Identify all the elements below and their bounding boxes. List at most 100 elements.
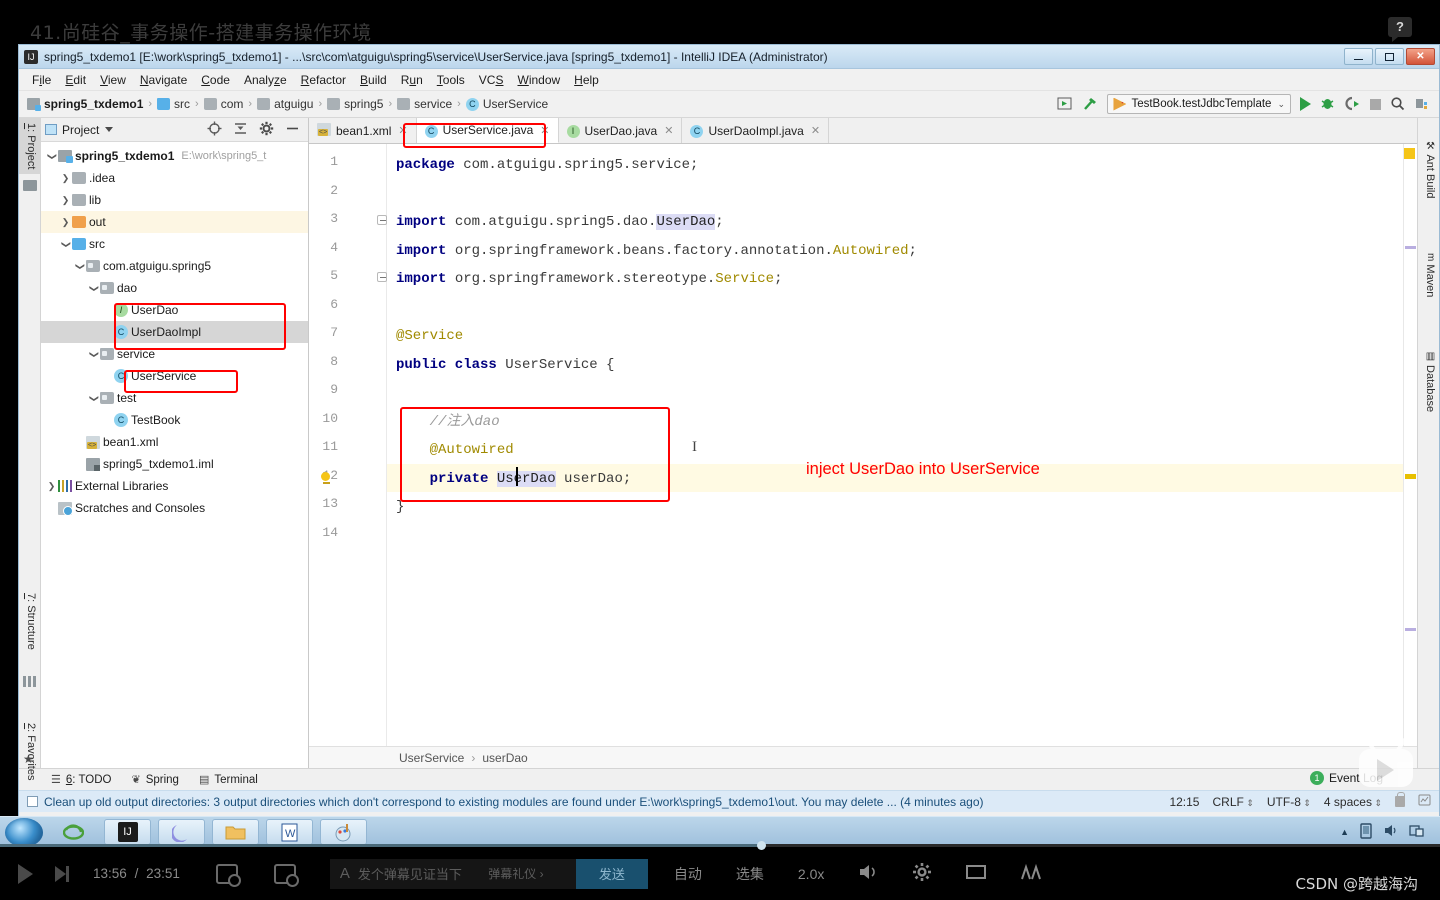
code-fold-icon[interactable] (377, 272, 387, 282)
taskbar-word-icon[interactable]: W (266, 819, 313, 845)
play-button[interactable] (18, 863, 33, 884)
tray-volume-icon[interactable] (1383, 823, 1399, 841)
taskbar-paint-icon[interactable] (320, 819, 367, 845)
danmaku-toggle-icon[interactable] (215, 863, 241, 887)
volume-icon[interactable] (858, 863, 878, 884)
tool-tab-project[interactable]: 1: Project (19, 118, 41, 175)
taskbar-explorer-icon[interactable] (212, 819, 259, 845)
tree-item-src[interactable]: src (41, 233, 308, 255)
lock-icon[interactable] (1395, 792, 1405, 807)
menu-item-run[interactable]: Run (394, 71, 430, 89)
tree-item-scratchesandconsoles[interactable]: Scratches and Consoles (41, 497, 308, 519)
editor-breadcrumb[interactable]: UserService › userDao (309, 746, 1417, 768)
menu-item-view[interactable]: View (93, 71, 133, 89)
playback-speed-button[interactable]: 2.0x (798, 866, 824, 882)
episodes-button[interactable]: 选集 (736, 864, 764, 884)
settings-gear-icon[interactable] (912, 862, 932, 885)
breadcrumb-item-spring5_txdemo1[interactable]: spring5_txdemo1 (27, 97, 143, 111)
menu-item-build[interactable]: Build (353, 71, 394, 89)
tree-item-service[interactable]: service (41, 343, 308, 365)
editor-tab-userdaojava[interactable]: I UserDao.java ✕ (558, 118, 683, 143)
breadcrumb-item-atguigu[interactable]: atguigu (257, 97, 313, 111)
chevron-down-icon[interactable] (105, 127, 114, 132)
line-separator[interactable]: CRLF ⇕ (1212, 795, 1253, 809)
video-progress-bar[interactable] (0, 841, 1440, 850)
menu-item-refactor[interactable]: Refactor (294, 71, 353, 89)
danmaku-settings-icon[interactable] (273, 863, 299, 887)
danmaku-input[interactable]: A 发个弹幕见证当下 弹幕礼仪 › 发送 (329, 858, 648, 889)
wide-screen-icon[interactable] (966, 863, 987, 884)
editor-tab-userservicejava[interactable]: C UserService.java ✕ (416, 118, 559, 143)
project-tree[interactable]: spring5_txdemo1 E:\work\spring5_t .idea lib… (41, 142, 308, 768)
close-icon[interactable]: ✕ (398, 124, 407, 137)
chevron-down-icon[interactable] (87, 283, 100, 294)
menu-item-vcs[interactable]: VCS (472, 71, 511, 89)
tree-item-userservice[interactable]: C UserService (41, 365, 308, 387)
editor-tab-bean1xml[interactable]: bean1.xml ✕ (309, 118, 417, 143)
font-style-icon[interactable]: A (340, 865, 350, 882)
chevron-down-icon[interactable] (59, 239, 72, 250)
tree-item-externallibraries[interactable]: External Libraries (41, 475, 308, 497)
tree-item-testbook[interactable]: C TestBook (41, 409, 308, 431)
chevron-right-icon[interactable] (59, 173, 72, 184)
gear-icon[interactable] (259, 121, 274, 139)
run-button[interactable] (1300, 97, 1311, 111)
run-with-coverage-button[interactable] (1345, 96, 1361, 112)
breadcrumb-item-com[interactable]: com (203, 97, 243, 111)
tree-item-userdaoimpl[interactable]: C UserDaoImpl (41, 321, 308, 343)
tool-tab-antbuild[interactable]: ⚒ Ant Build (1418, 136, 1440, 203)
chevron-right-icon[interactable] (59, 195, 72, 206)
tree-item-bean1xml[interactable]: bean1.xml (41, 431, 308, 453)
menu-item-window[interactable]: Window (510, 71, 567, 89)
chevron-right-icon[interactable] (59, 217, 72, 228)
taskbar-app-icon[interactable] (158, 819, 205, 845)
bottom-tool-terminal[interactable]: ▤ Terminal (199, 773, 258, 787)
menu-item-analyze[interactable]: Analyze (237, 71, 294, 89)
run-configuration-selector[interactable]: ✕ TestBook.testJdbcTemplate ⌄ (1107, 94, 1291, 114)
progress-knob[interactable] (757, 841, 766, 850)
tree-item-lib[interactable]: lib (41, 189, 308, 211)
editor-tab-userdaoimpljava[interactable]: C UserDaoImpl.java ✕ (682, 118, 830, 143)
close-button[interactable]: ✕ (1406, 48, 1435, 65)
collapse-all-icon[interactable] (233, 121, 248, 139)
tray-device-icon[interactable] (1359, 822, 1373, 842)
bottom-tool-spring[interactable]: ❦ Spring (131, 773, 178, 787)
debug-button[interactable] (1320, 96, 1336, 112)
tree-item-userdao[interactable]: I UserDao (41, 299, 308, 321)
taskbar-intellij-icon[interactable]: IJ (104, 819, 151, 845)
stop-button[interactable] (1370, 98, 1381, 110)
chevron-down-icon[interactable] (87, 349, 100, 360)
tree-item-out[interactable]: out (41, 211, 308, 233)
close-icon[interactable]: ✕ (811, 124, 820, 137)
breadcrumb-item-spring5[interactable]: spring5 (327, 97, 383, 111)
file-encoding[interactable]: UTF-8 ⇕ (1267, 795, 1311, 809)
tree-item-idea[interactable]: .idea (41, 167, 308, 189)
menu-item-help[interactable]: Help (567, 71, 606, 89)
danmaku-etiquette-link[interactable]: 弹幕礼仪 › (488, 865, 549, 882)
chevron-down-icon[interactable] (87, 393, 100, 404)
bottom-tool-todo[interactable]: ☰ 6: TODO (51, 773, 111, 787)
locate-icon[interactable] (207, 121, 222, 139)
caret-position[interactable]: 12:15 (1169, 795, 1199, 809)
help-icon[interactable]: ? (1388, 17, 1412, 42)
inspection-status-icon[interactable] (1404, 148, 1415, 159)
chevron-right-icon[interactable] (45, 481, 58, 492)
menu-item-file[interactable]: File (25, 71, 58, 89)
code-fold-icon[interactable] (377, 215, 387, 225)
tool-tab-maven[interactable]: m Maven (1418, 248, 1440, 302)
breadcrumb-item-src[interactable]: src (157, 97, 190, 111)
breadcrumb-item-userservice[interactable]: C UserService (465, 97, 548, 111)
breadcrumb-item-service[interactable]: service (397, 97, 452, 111)
notification-checkbox[interactable] (27, 796, 38, 807)
minimize-button[interactable] (1344, 48, 1373, 65)
indent-setting[interactable]: 4 spaces ⇕ (1324, 795, 1382, 809)
menu-item-code[interactable]: Code (194, 71, 237, 89)
start-button[interactable] (5, 817, 43, 847)
tree-item-spring5txdemo1[interactable]: spring5_txdemo1 E:\work\spring5_t (41, 145, 308, 167)
send-danmaku-button[interactable]: 发送 (575, 858, 648, 889)
close-icon[interactable]: ✕ (540, 124, 549, 137)
tree-item-dao[interactable]: dao (41, 277, 308, 299)
next-episode-button[interactable] (55, 865, 69, 882)
taskbar-ie-icon[interactable] (50, 819, 97, 845)
menu-item-edit[interactable]: Edit (58, 71, 93, 89)
